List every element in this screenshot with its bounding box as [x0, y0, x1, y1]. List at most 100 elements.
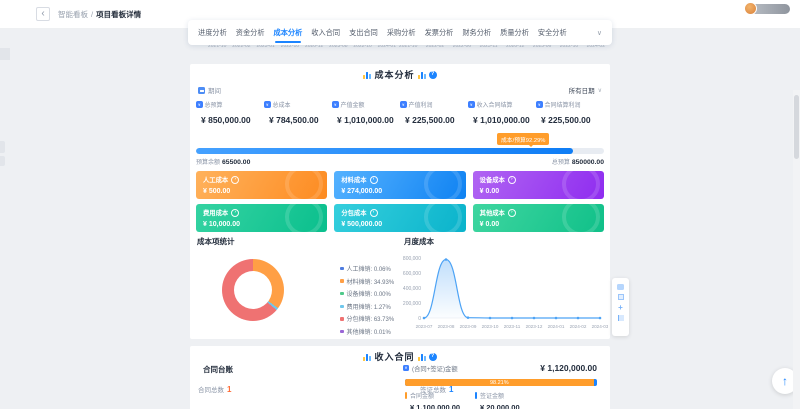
cost-section-header: 成本分析 ? — [190, 68, 610, 81]
bar-chart-icon — [418, 353, 426, 361]
tab-安全分析[interactable]: 安全分析 — [538, 20, 567, 45]
coin-icon: ¥ — [196, 101, 203, 108]
pie-legend-item: 材料摊销: 34.93% — [340, 277, 394, 286]
flag-icon[interactable] — [618, 315, 624, 321]
user-widget[interactable] — [744, 2, 792, 16]
page: 2021-102022-022023-012022-102020-122023-… — [0, 0, 800, 409]
svg-text:2024-01: 2024-01 — [548, 324, 565, 329]
bar-chart-icon — [363, 71, 371, 79]
svg-text:200,000: 200,000 — [403, 301, 421, 307]
scrollbar-track[interactable] — [793, 90, 800, 409]
tab-发票分析[interactable]: 发票分析 — [425, 20, 454, 45]
tab-收入合同[interactable]: 收入合同 — [311, 20, 340, 45]
legend-dot — [340, 267, 344, 271]
cost-card-材料成本[interactable]: 材料成本 › ¥ 274,000.00 — [334, 171, 465, 199]
date-filter-dropdown[interactable]: 所有日期 ∨ — [569, 85, 602, 95]
period-label-group: 期间 — [198, 85, 221, 95]
avatar[interactable] — [744, 2, 757, 15]
chevron-down-icon[interactable]: ∨ — [597, 29, 602, 37]
cost-card-其他成本[interactable]: 其他成本 › ¥ 0.00 — [473, 204, 604, 232]
legend-label: 签证金额 — [480, 391, 504, 400]
cost-card-label: 材料成本 — [341, 175, 366, 184]
help-icon[interactable]: ? — [429, 71, 437, 79]
calendar-icon — [198, 87, 205, 94]
cost-budget-badge: 成本/预算92.29% — [497, 133, 549, 145]
cost-card-value: ¥ 500,000.00 — [341, 221, 458, 228]
stat-value: ¥ 1,010,000.00 — [468, 115, 536, 125]
legend-value: ¥ 1,100,000.00 — [405, 403, 475, 409]
amount-row: ¥ (合同+签证)金额 ¥ 1,120,000.00 — [403, 363, 597, 373]
tab-财务分析[interactable]: 财务分析 — [462, 20, 491, 45]
cost-card-分包成本[interactable]: 分包成本 › ¥ 500,000.00 — [334, 204, 465, 232]
income-percent-label: 98.21% — [490, 380, 509, 386]
svg-text:2023-12: 2023-12 — [526, 324, 543, 329]
plus-icon[interactable]: + — [617, 304, 624, 311]
grid-icon[interactable] — [618, 294, 624, 300]
chat-icon[interactable] — [617, 284, 624, 290]
period-label: 期间 — [208, 85, 221, 95]
cost-card-人工成本[interactable]: 人工成本 › ¥ 500.00 — [196, 171, 327, 199]
stat-收入合同结算: ¥ 收入合同结算 ¥ 1,010,000.00 — [468, 100, 536, 125]
scrollbar-thumb[interactable] — [794, 95, 799, 159]
amount-value: ¥ 1,120,000.00 — [540, 363, 597, 373]
income-section-title: 收入合同 — [374, 350, 414, 363]
svg-text:2023-09: 2023-09 — [460, 324, 477, 329]
tab-支出合同[interactable]: 支出合同 — [349, 20, 378, 45]
svg-text:0: 0 — [418, 316, 421, 322]
detail-arrow-icon: › — [370, 209, 378, 217]
budget-progress-bar — [196, 148, 604, 154]
legend-dot — [340, 292, 344, 296]
coin-icon: ¥ — [468, 101, 475, 108]
back-button[interactable]: ‹ — [36, 7, 50, 21]
stat-value: ¥ 784,500.00 — [264, 115, 332, 125]
stat-label: 合同结算利润 — [545, 100, 581, 109]
stat-value: ¥ 225,500.00 — [400, 115, 468, 125]
pie-legend: 人工摊销: 0.06% 材料摊销: 34.93% 设备摊销: 0.00% 费用摊… — [340, 264, 394, 336]
detail-arrow-icon: › — [370, 176, 378, 184]
stat-value: ¥ 1,010,000.00 — [332, 115, 400, 125]
date-filter-value: 所有日期 — [569, 85, 595, 95]
budget-total: 总预算850000.00 — [552, 157, 604, 166]
svg-text:2023-11: 2023-11 — [504, 324, 521, 329]
breadcrumb-current: 项目看板详情 — [96, 9, 141, 20]
legend-text: 人工摊销: 0.06% — [347, 264, 391, 273]
tab-成本分析[interactable]: 成本分析 — [274, 20, 303, 45]
tab-采购分析[interactable]: 采购分析 — [387, 20, 416, 45]
tabs: 进度分析资金分析成本分析收入合同支出合同采购分析发票分析财务分析质量分析安全分析 — [198, 20, 593, 45]
income-contract-card: 收入合同 ? 合同台账 合同总数 1 签证总数 1 ¥ (合同+签证)金额 ¥ … — [190, 346, 610, 409]
cost-section-title: 成本分析 — [374, 68, 414, 81]
income-progress-bar: 98.21% — [405, 379, 597, 386]
tab-质量分析[interactable]: 质量分析 — [500, 20, 529, 45]
breadcrumb-root[interactable]: 智能看板 — [58, 9, 88, 20]
detail-arrow-icon: › — [231, 209, 239, 217]
detail-arrow-icon: › — [508, 209, 516, 217]
tab-资金分析[interactable]: 资金分析 — [236, 20, 265, 45]
cost-card-label: 其他成本 — [480, 208, 505, 217]
legend-dot — [340, 330, 344, 334]
help-icon[interactable]: ? — [429, 353, 437, 361]
money-icon: ¥ — [403, 365, 409, 371]
cost-card-value: ¥ 0.00 — [480, 188, 597, 195]
legend-dot — [340, 279, 344, 283]
detail-arrow-icon: › — [508, 176, 516, 184]
legend-text: 费用摊销: 1.27% — [347, 302, 391, 311]
legend-text: 设备摊销: 0.00% — [347, 289, 391, 298]
svg-text:2023-10: 2023-10 — [482, 324, 499, 329]
cost-card-label: 分包成本 — [341, 208, 366, 217]
stat-总成本: ¥ 总成本 ¥ 784,500.00 — [264, 100, 332, 125]
pie-legend-item: 人工摊销: 0.06% — [340, 264, 394, 273]
cost-card-设备成本[interactable]: 设备成本 › ¥ 0.00 — [473, 171, 604, 199]
stat-产值金额: ¥ 产值金额 ¥ 1,010,000.00 — [332, 100, 400, 125]
tab-进度分析[interactable]: 进度分析 — [198, 20, 227, 45]
cost-card-label: 设备成本 — [480, 175, 505, 184]
cost-card-费用成本[interactable]: 费用成本 › ¥ 10,000.00 — [196, 204, 327, 232]
svg-text:2023-07: 2023-07 — [416, 324, 433, 329]
ledger-title: 合同台账 — [203, 364, 233, 375]
floating-toolbar: + — [612, 278, 629, 336]
svg-text:800,000: 800,000 — [403, 256, 421, 262]
amount-label: (合同+签证)金额 — [412, 364, 458, 373]
legend-value: ¥ 20,000.00 — [475, 403, 545, 409]
cost-category-cards: 人工成本 › ¥ 500.00 材料成本 › ¥ 274,000.00 设备成本… — [196, 171, 604, 232]
period-filter-row: 期间 所有日期 ∨ — [198, 85, 602, 95]
cost-card-value: ¥ 10,000.00 — [203, 221, 320, 228]
